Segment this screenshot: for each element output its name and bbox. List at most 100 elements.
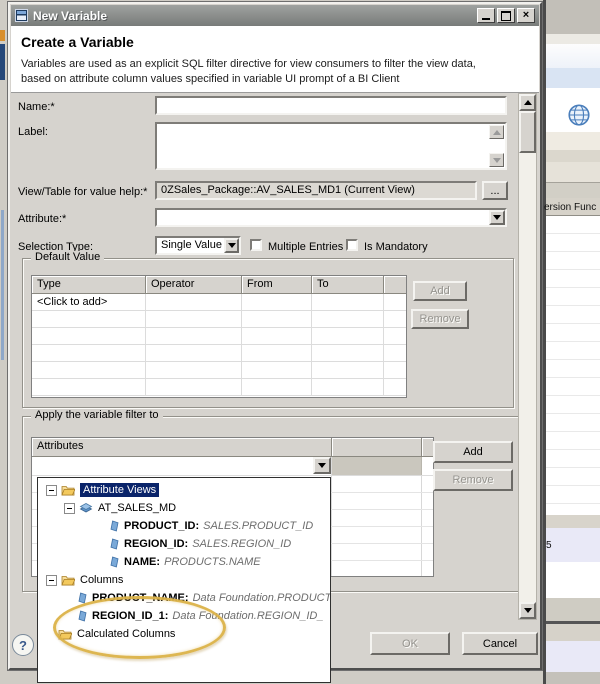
attribute-label: Attribute:* bbox=[18, 213, 67, 225]
selection-type-combobox[interactable]: Single Value bbox=[155, 236, 241, 255]
ok-button[interactable]: OK bbox=[370, 632, 450, 655]
background-band bbox=[546, 182, 600, 198]
label-scroll-down-button[interactable] bbox=[489, 153, 504, 167]
table-row[interactable] bbox=[32, 328, 406, 345]
column-header-from[interactable]: From bbox=[242, 276, 312, 294]
title-bar[interactable]: New Variable × bbox=[11, 5, 539, 26]
attribute-combobox[interactable] bbox=[155, 208, 507, 227]
help-icon: ? bbox=[19, 637, 27, 653]
dialog-header: Create a Variable Variables are used as … bbox=[11, 26, 539, 93]
view-table-value: 0ZSales_Package::AV_SALES_MD1 (Current V… bbox=[161, 184, 415, 196]
maximize-icon bbox=[501, 10, 511, 21]
collapse-toggle-icon[interactable] bbox=[64, 502, 75, 514]
background-partial-text: 5 bbox=[546, 540, 552, 551]
collapse-toggle-icon[interactable] bbox=[46, 574, 57, 586]
attribute-icon bbox=[110, 556, 119, 568]
close-icon: × bbox=[522, 9, 530, 21]
background-band bbox=[546, 162, 600, 182]
scrollbar-down-button[interactable] bbox=[519, 602, 536, 619]
browse-button[interactable]: ... bbox=[482, 181, 508, 200]
add-button-label: Add bbox=[430, 285, 450, 297]
background-band bbox=[546, 624, 600, 641]
scrollbar-up-button[interactable] bbox=[519, 94, 536, 111]
background-band bbox=[546, 150, 600, 162]
attribute-editor-dropdown-button[interactable] bbox=[313, 457, 331, 474]
tree-item-label: NAME: bbox=[124, 556, 161, 568]
column-header-to[interactable]: To bbox=[312, 276, 384, 294]
column-header-type[interactable]: Type bbox=[32, 276, 146, 294]
background-partial-column-header: ersion Func bbox=[544, 202, 597, 213]
table-row[interactable] bbox=[32, 345, 406, 362]
default-value-remove-button[interactable]: Remove bbox=[411, 309, 469, 329]
selection-type-dropdown-button[interactable] bbox=[224, 238, 239, 253]
screen: ersion Func 5 New Variable × Create a Va… bbox=[0, 0, 600, 684]
click-to-add-row[interactable]: <Click to add> bbox=[32, 294, 406, 311]
apply-filter-legend: Apply the variable filter to bbox=[31, 409, 163, 421]
tree-item-columns[interactable]: Columns bbox=[38, 571, 330, 589]
column-header-operator[interactable]: Operator bbox=[146, 276, 242, 294]
attribute-dropdown-button[interactable] bbox=[489, 210, 505, 225]
window-title: New Variable bbox=[33, 8, 108, 23]
default-value-add-button[interactable]: Add bbox=[413, 281, 467, 301]
column-header-blank bbox=[332, 438, 422, 457]
background-band bbox=[546, 641, 600, 672]
scroll-up-icon bbox=[523, 100, 532, 105]
attribute-view-icon bbox=[79, 502, 93, 514]
cancel-button[interactable]: Cancel bbox=[462, 632, 538, 655]
background-fragment-orange bbox=[0, 30, 5, 41]
window-icon bbox=[15, 9, 28, 22]
scrollbar-thumb[interactable] bbox=[519, 111, 536, 153]
click-to-add-text: <Click to add> bbox=[37, 296, 108, 308]
column-header-attributes[interactable]: Attributes bbox=[32, 438, 332, 457]
is-mandatory-label: Is Mandatory bbox=[364, 241, 428, 253]
table-row[interactable] bbox=[32, 379, 406, 396]
background-band bbox=[546, 515, 600, 528]
table-row[interactable] bbox=[32, 311, 406, 328]
name-input[interactable] bbox=[155, 96, 507, 115]
column-header-blank bbox=[422, 438, 433, 457]
label-textarea[interactable] bbox=[155, 122, 507, 170]
maximize-button[interactable] bbox=[497, 8, 515, 23]
chevron-down-icon bbox=[227, 243, 236, 248]
tree-item-label: PRODUCT_ID: bbox=[124, 520, 200, 532]
tree-item-region-id[interactable]: REGION_ID: SALES.REGION_ID bbox=[38, 535, 330, 553]
default-value-table-header: Type Operator From To bbox=[32, 276, 406, 294]
column-header-blank bbox=[384, 276, 406, 294]
tree-item-at-sales-md[interactable]: AT_SALES_MD bbox=[38, 499, 330, 517]
is-mandatory-checkbox[interactable] bbox=[346, 239, 358, 251]
apply-filter-add-button[interactable]: Add bbox=[433, 441, 513, 463]
tree-item-name[interactable]: NAME: PRODUCTS.NAME bbox=[38, 553, 330, 571]
page-title: Create a Variable bbox=[21, 34, 134, 50]
tree-item-detail: SALES.PRODUCT_ID bbox=[203, 520, 314, 532]
tree-item-product-id[interactable]: PRODUCT_ID: SALES.PRODUCT_ID bbox=[38, 517, 330, 535]
collapse-toggle-icon[interactable] bbox=[46, 484, 57, 496]
chevron-down-icon bbox=[493, 215, 501, 220]
background-band bbox=[546, 68, 600, 88]
dialog-scrollbar[interactable] bbox=[518, 93, 537, 620]
label-scroll-up-button[interactable] bbox=[489, 125, 504, 139]
minimize-button[interactable] bbox=[477, 8, 495, 23]
table-row[interactable] bbox=[32, 362, 406, 379]
background-band bbox=[546, 34, 600, 44]
help-button[interactable]: ? bbox=[12, 634, 34, 656]
default-value-legend: Default Value bbox=[31, 251, 105, 263]
close-button[interactable]: × bbox=[517, 8, 535, 23]
scroll-up-icon bbox=[492, 129, 501, 135]
folder-icon bbox=[61, 484, 75, 496]
tree-item-attribute-views[interactable]: Attribute Views bbox=[38, 481, 330, 499]
default-value-group: Default Value Type Operator From To <Cli… bbox=[22, 251, 514, 408]
multiple-entries-label: Multiple Entries bbox=[268, 241, 344, 253]
attribute-editor-cell[interactable] bbox=[32, 457, 332, 475]
selection-type-value: Single Value bbox=[161, 239, 222, 251]
multiple-entries-checkbox[interactable] bbox=[250, 239, 262, 251]
remove-button-label: Remove bbox=[419, 313, 461, 325]
view-table-field[interactable]: 0ZSales_Package::AV_SALES_MD1 (Current V… bbox=[155, 181, 477, 200]
remove-button-label: Remove bbox=[452, 474, 494, 486]
minimize-icon bbox=[482, 18, 490, 20]
apply-filter-remove-button[interactable]: Remove bbox=[433, 469, 513, 491]
selected-cell-highlight bbox=[332, 457, 422, 475]
default-value-table[interactable]: Type Operator From To <Click to add> bbox=[31, 275, 407, 398]
background-band bbox=[546, 0, 600, 34]
chevron-down-icon bbox=[318, 463, 326, 468]
tree-item-detail: PRODUCTS.NAME bbox=[164, 556, 261, 568]
